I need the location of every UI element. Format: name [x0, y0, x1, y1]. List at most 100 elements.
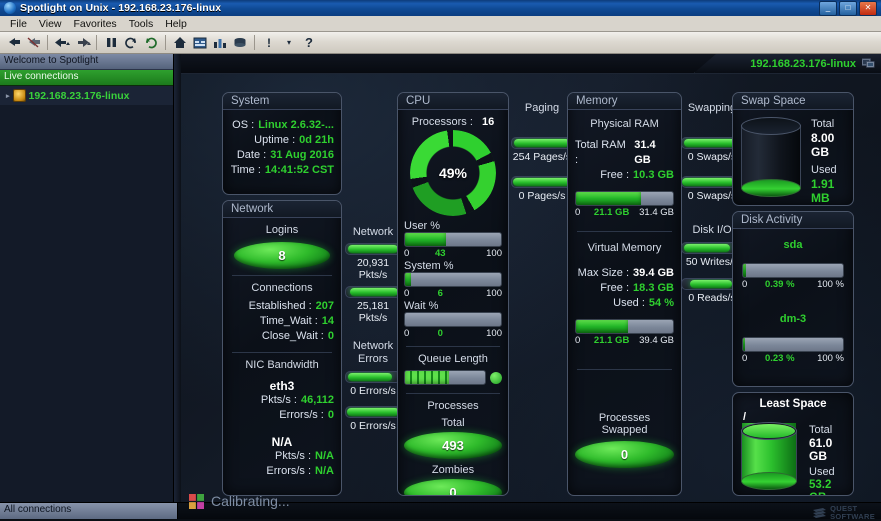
least-space-cylinder: [741, 422, 797, 490]
alarm-icon[interactable]: !: [260, 34, 278, 51]
menu-file[interactable]: File: [4, 18, 33, 30]
network-logins-gauge: 8: [234, 242, 330, 269]
network-out-value-line1: 25,181: [356, 300, 390, 312]
sidebar: Welcome to Spotlight Live connections ▸ …: [0, 54, 174, 502]
cpu-system-value: 6: [437, 288, 443, 299]
panel-network: Network Logins 8 Connections Established…: [222, 200, 342, 496]
back-icon[interactable]: [53, 34, 71, 51]
memory-free-value: 10.3 GB: [633, 169, 674, 181]
system-os-value: Linux 2.6.32-...: [258, 119, 334, 131]
processes-zombies-value: 0: [449, 485, 457, 496]
memory-vused-value: 54 %: [648, 297, 674, 309]
panel-least-space-body: Least Space / Total 61.0 GB Used 53.2: [733, 393, 853, 495]
pause-icon[interactable]: [102, 34, 120, 51]
memory-divider-1: [577, 231, 672, 232]
window-titlebar: Spotlight on Unix - 192.168.23.176-linux…: [0, 0, 881, 16]
rewind-icon[interactable]: [142, 34, 160, 51]
panel-network-title: Network: [223, 201, 341, 218]
cpu-wait-max: 100: [486, 328, 502, 339]
disk-0-min: 0: [742, 279, 748, 290]
panel-memory: Memory Physical RAM Total RAM : 31.4 GB …: [567, 92, 682, 496]
memory-vfree-key: Free :: [600, 282, 630, 294]
panel-system-title: System: [223, 93, 341, 110]
sidebar-section-live-connections[interactable]: Live connections: [0, 70, 173, 86]
menu-tools[interactable]: Tools: [123, 18, 160, 30]
memory-physical-label: Physical RAM: [590, 118, 659, 130]
memory-maxsize-row: Max Size : 39.4 GB: [575, 266, 674, 281]
nic-1-errors-value: N/A: [315, 465, 334, 477]
panel-disk-activity-body: sda 0 0.39 % 100 % dm-3 0 0.23 % 100 %: [733, 229, 853, 375]
nic-0-pkts-row: Pkts/s : 46,112: [230, 393, 334, 408]
least-cylinder-top: [741, 422, 797, 440]
memory-virtual-mid: 21.1 GB: [593, 335, 630, 346]
processes-zombies-label: Zombies: [431, 464, 475, 476]
expand-chevron-icon[interactable]: ▸: [6, 92, 10, 100]
menu-favorites[interactable]: Favorites: [68, 18, 123, 30]
statusbar-main: Calibrating... QUEST SOFTWARE: [178, 493, 881, 521]
home-icon[interactable]: [171, 34, 189, 51]
nic-1-pkts-key: Pkts/s :: [274, 450, 312, 462]
system-uptime-value: 0d 21h: [299, 134, 334, 146]
cpu-processors-key: Processors :: [411, 116, 473, 128]
least-space-title: Least Space: [759, 398, 827, 410]
window-controls: _ □ ✕: [819, 0, 879, 16]
cpu-donut-value: 49%: [438, 165, 468, 181]
memory-virtual-scale: 0 21.1 GB 39.4 GB: [575, 335, 674, 347]
system-row-date: Date : 31 Aug 2016: [230, 148, 334, 163]
memory-total-key: Total RAM :: [575, 139, 626, 166]
least-used-value: 53.2 GB: [809, 479, 832, 495]
network-flow-label: Network: [352, 226, 394, 238]
disconnect-icon[interactable]: [24, 34, 42, 51]
dropdown-caret-icon[interactable]: ▾: [280, 34, 298, 51]
nic-0-errors-key: Errors/s :: [279, 409, 324, 421]
memory-vfree-row: Free : 18.3 GB: [575, 281, 674, 296]
established-value: 207: [315, 300, 334, 312]
toolbar-separator: [47, 35, 48, 50]
panel-swap-space-body: Total 8.00 GB Used 1.91 MB .02 %: [733, 110, 853, 205]
minimize-button[interactable]: _: [819, 0, 837, 16]
cpu-user-max: 100: [486, 248, 502, 259]
panel-cpu-title: CPU: [398, 93, 508, 110]
forward-icon[interactable]: [73, 34, 91, 51]
memory-virtual-label: Virtual Memory: [587, 242, 662, 254]
chart-icon[interactable]: [211, 34, 229, 51]
network-logins-value: 8: [278, 248, 286, 263]
quest-brand-line1: QUEST: [830, 504, 858, 513]
network-in-value-line1: 20,931: [356, 257, 390, 269]
grid-icon[interactable]: [191, 34, 209, 51]
network-row-established: Established : 207: [230, 299, 334, 314]
swap-cylinder-bottom: [741, 179, 801, 197]
swap-total-value: 8.00 GB: [811, 131, 835, 159]
network-row-closewait: Close_Wait : 0: [230, 329, 334, 344]
system-uptime-key: Uptime :: [254, 134, 296, 146]
swap-space-cylinder: [741, 117, 801, 197]
menu-view[interactable]: View: [33, 18, 68, 30]
database-icon[interactable]: [231, 34, 249, 51]
cpu-system-max: 100: [486, 288, 502, 299]
sidebar-header: Welcome to Spotlight: [0, 54, 173, 70]
cpu-user-value: 43: [434, 248, 446, 259]
menu-help[interactable]: Help: [159, 18, 193, 30]
refresh-icon[interactable]: [122, 34, 140, 51]
help-icon[interactable]: ?: [300, 34, 318, 51]
sidebar-splitter[interactable]: [174, 54, 181, 502]
memory-physical-scale: 0 21.1 GB 31.4 GB: [575, 207, 674, 219]
panel-memory-body: Physical RAM Total RAM : 31.4 GB Free : …: [568, 110, 681, 476]
cpu-user-bar: [404, 232, 502, 247]
calibrating-label: Calibrating...: [211, 493, 290, 509]
connect-icon[interactable]: [4, 34, 22, 51]
cpu-system-min: 0: [404, 288, 410, 299]
close-button[interactable]: ✕: [859, 0, 877, 16]
panel-disk-activity: Disk Activity sda 0 0.39 % 100 % dm-3 0 …: [732, 211, 854, 387]
panel-cpu: CPU Processors : 16 49% User % 0 43 100 …: [397, 92, 509, 496]
memory-free-key: Free :: [600, 169, 630, 181]
swap-total-label: Total: [811, 118, 835, 130]
host-tab[interactable]: 192.168.23.176-linux: [694, 54, 881, 73]
maximize-button[interactable]: □: [839, 0, 857, 16]
calibrating-indicator: Calibrating...: [189, 486, 290, 516]
panel-cpu-body: Processors : 16 49% User % 0 43 100 Syst…: [398, 110, 508, 496]
memory-swapped-gauge: 0: [575, 441, 674, 468]
least-total-value: 61.0 GB: [809, 436, 833, 463]
nic-1-errors-row: Errors/s : N/A: [230, 464, 334, 479]
sidebar-item-host[interactable]: ▸ 192.168.23.176-linux: [0, 86, 173, 105]
